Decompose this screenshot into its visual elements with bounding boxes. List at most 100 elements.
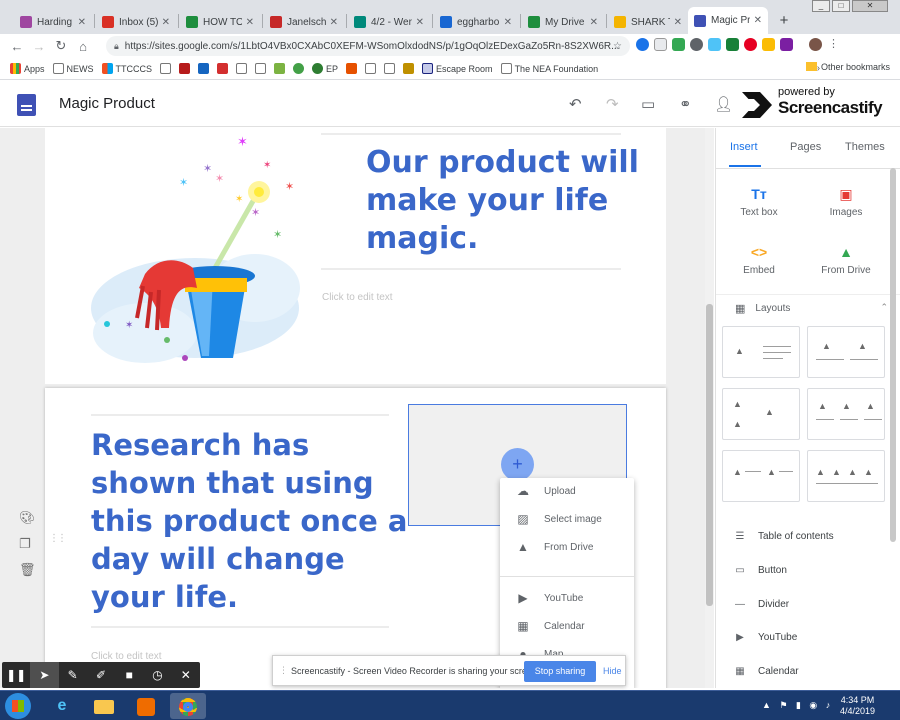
menu-item-calendar[interactable]: ▦ Calendar <box>500 613 634 639</box>
section-hero[interactable]: ✶ ✶ ✶ ✶ ✶ ✶ ✶ ✶ ✶ ✶ Our product will mak… <box>45 128 666 384</box>
share-person-icon[interactable]: 👤︎ <box>714 95 733 113</box>
cursor-icon[interactable]: ➤ <box>30 662 59 688</box>
bookmark-icon[interactable] <box>293 63 305 74</box>
hero-heading[interactable]: Our product will make your life magic. <box>366 144 666 258</box>
insert-embed[interactable]: <> Embed <box>719 244 799 276</box>
minimize-icon[interactable]: _ <box>812 0 830 12</box>
other-bookmarks[interactable]: Other bookmarks <box>805 62 890 72</box>
browser-tab[interactable]: My Drive ✕ <box>522 10 604 34</box>
tab-insert[interactable]: Insert <box>730 141 758 153</box>
internet-explorer-icon[interactable]: e <box>44 693 80 719</box>
insert-text-box[interactable]: Tт Text box <box>719 186 799 218</box>
link-icon[interactable]: ⚭ <box>679 95 692 113</box>
add-image-button[interactable]: + <box>501 448 534 481</box>
scrollbar-thumb[interactable] <box>706 304 713 606</box>
system-clock[interactable]: 4:34 PM 4/4/2019 <box>840 695 875 717</box>
bookmark-icon[interactable] <box>365 63 377 74</box>
extension-icon[interactable] <box>708 38 721 51</box>
tab-close-icon[interactable]: ✕ <box>674 17 682 28</box>
pinterest-icon[interactable] <box>744 38 757 51</box>
highlighter-icon[interactable]: ✐ <box>87 662 115 688</box>
layout-option[interactable]: ▲ ▲ ▲ ▲ <box>807 450 885 502</box>
tab-close-icon[interactable]: ✕ <box>330 17 338 28</box>
bookmark-icon[interactable] <box>198 63 210 74</box>
extension-icon[interactable] <box>636 38 649 51</box>
reload-icon[interactable]: ↻ <box>50 38 72 54</box>
pause-icon[interactable]: ❚❚ <box>2 662 30 688</box>
close-icon[interactable]: ✕ <box>172 662 200 688</box>
extension-icon[interactable] <box>726 38 739 51</box>
hide-button[interactable]: Hide <box>603 666 622 676</box>
forward-icon[interactable]: → <box>28 39 50 54</box>
tab-close-icon[interactable]: ✕ <box>416 17 424 28</box>
bookmark-icon[interactable] <box>236 63 248 74</box>
menu-item-youtube[interactable]: ▶ YouTube <box>500 585 634 611</box>
layouts-header[interactable]: ▦ Layouts <box>735 302 790 315</box>
profile-avatar[interactable] <box>809 38 822 51</box>
bookmark-icon[interactable] <box>255 63 267 74</box>
tab-close-icon[interactable]: ✕ <box>246 17 254 28</box>
layout-option[interactable]: ▲ ▲ ▲ <box>722 388 800 440</box>
tab-close-icon[interactable]: ✕ <box>78 17 86 28</box>
browser-tab[interactable]: SHARK TA✕ <box>608 10 688 34</box>
extension-icon[interactable] <box>780 38 793 51</box>
drag-handle-icon[interactable]: ⋮ <box>279 665 288 676</box>
menu-item-select-image[interactable]: ▨ Select image <box>500 506 634 532</box>
webcam-icon[interactable]: ■ <box>115 662 143 688</box>
media-player-icon[interactable] <box>128 693 164 719</box>
back-icon[interactable]: ← <box>6 39 28 54</box>
research-heading[interactable]: Research has shown that using this produ… <box>91 426 411 616</box>
bookmark-icon[interactable] <box>179 63 191 74</box>
close-icon[interactable]: ✕ <box>852 0 888 12</box>
bookmark-icon[interactable] <box>403 63 415 74</box>
bookmark-icon[interactable] <box>217 63 229 74</box>
bookmark-news[interactable]: NEWS <box>52 63 94 74</box>
browser-tab[interactable]: Janelschak✕ <box>264 10 344 34</box>
bookmark-icon[interactable] <box>160 63 172 74</box>
bookmark-ep[interactable]: EP <box>312 63 338 74</box>
drag-handle-icon[interactable]: ⋮⋮ <box>49 533 67 544</box>
menu-item-upload[interactable]: ☁ Upload <box>500 478 634 504</box>
stop-sharing-button[interactable]: Stop sharing <box>524 661 596 682</box>
browser-tab[interactable]: Harding T✕ <box>14 10 92 34</box>
insert-button[interactable]: ▭ Button <box>734 565 787 576</box>
bookmark-ttcccs[interactable]: TTCCCS <box>101 63 152 74</box>
section-research[interactable]: Research has shown that using this produ… <box>45 388 666 688</box>
address-bar[interactable]: 🔒︎ https://sites.google.com/s/1LbtO4VBx0… <box>106 36 630 56</box>
insert-youtube[interactable]: ▶ YouTube <box>734 632 797 643</box>
tab-themes[interactable]: Themes <box>845 141 885 153</box>
layout-option[interactable]: ▲ ▲ <box>807 326 885 378</box>
browser-tab[interactable]: HOW TO ✕ <box>180 10 260 34</box>
redo-icon[interactable]: ↷ <box>606 95 619 113</box>
insert-table-of-contents[interactable]: ☰ Table of contents <box>734 531 834 542</box>
browser-tab[interactable]: 4/2 - Wer ✕ <box>348 10 430 34</box>
extension-icon[interactable] <box>654 38 667 51</box>
browser-tab[interactable]: Inbox (5) ✕ <box>96 10 176 34</box>
collapse-icon[interactable]: ⌃ <box>880 302 888 313</box>
palette-icon[interactable]: 🎨︎ <box>19 510 36 526</box>
tab-close-icon[interactable]: ✕ <box>754 15 762 26</box>
text-placeholder[interactable]: Click to edit text <box>91 651 162 662</box>
home-icon[interactable]: ⌂ <box>72 39 94 54</box>
insert-images[interactable]: ▣ Images <box>806 186 886 218</box>
browser-tab[interactable]: eggharbo ✕ <box>434 10 518 34</box>
start-button[interactable] <box>5 693 31 719</box>
delete-icon[interactable]: 🗑︎ <box>19 562 36 578</box>
bookmark-icon[interactable] <box>346 63 358 74</box>
pen-icon[interactable]: ✎ <box>59 662 87 688</box>
menu-item-from-drive[interactable]: ▲ From Drive <box>500 534 634 560</box>
insert-divider[interactable]: — Divider <box>734 599 789 610</box>
browser-tab-active[interactable]: Magic Pro✕ <box>688 7 768 34</box>
bookmark-icon[interactable] <box>274 63 286 74</box>
tab-close-icon[interactable]: ✕ <box>504 17 512 28</box>
bookmark-nea-foundation[interactable]: The NEA Foundation <box>500 63 598 74</box>
text-placeholder[interactable]: Click to edit text <box>322 292 393 303</box>
tab-pages[interactable]: Pages <box>790 141 821 153</box>
new-tab-button[interactable]: + <box>774 11 794 31</box>
bookmark-star-icon[interactable]: ☆ <box>613 41 622 52</box>
canvas-scrollbar[interactable] <box>705 128 714 688</box>
insert-from-drive[interactable]: ▲ From Drive <box>806 244 886 276</box>
tab-close-icon[interactable]: ✕ <box>162 17 170 28</box>
layout-option[interactable]: ▲ ▲ <box>722 450 800 502</box>
layout-option[interactable]: ▲ ▲ ▲ <box>807 388 885 440</box>
